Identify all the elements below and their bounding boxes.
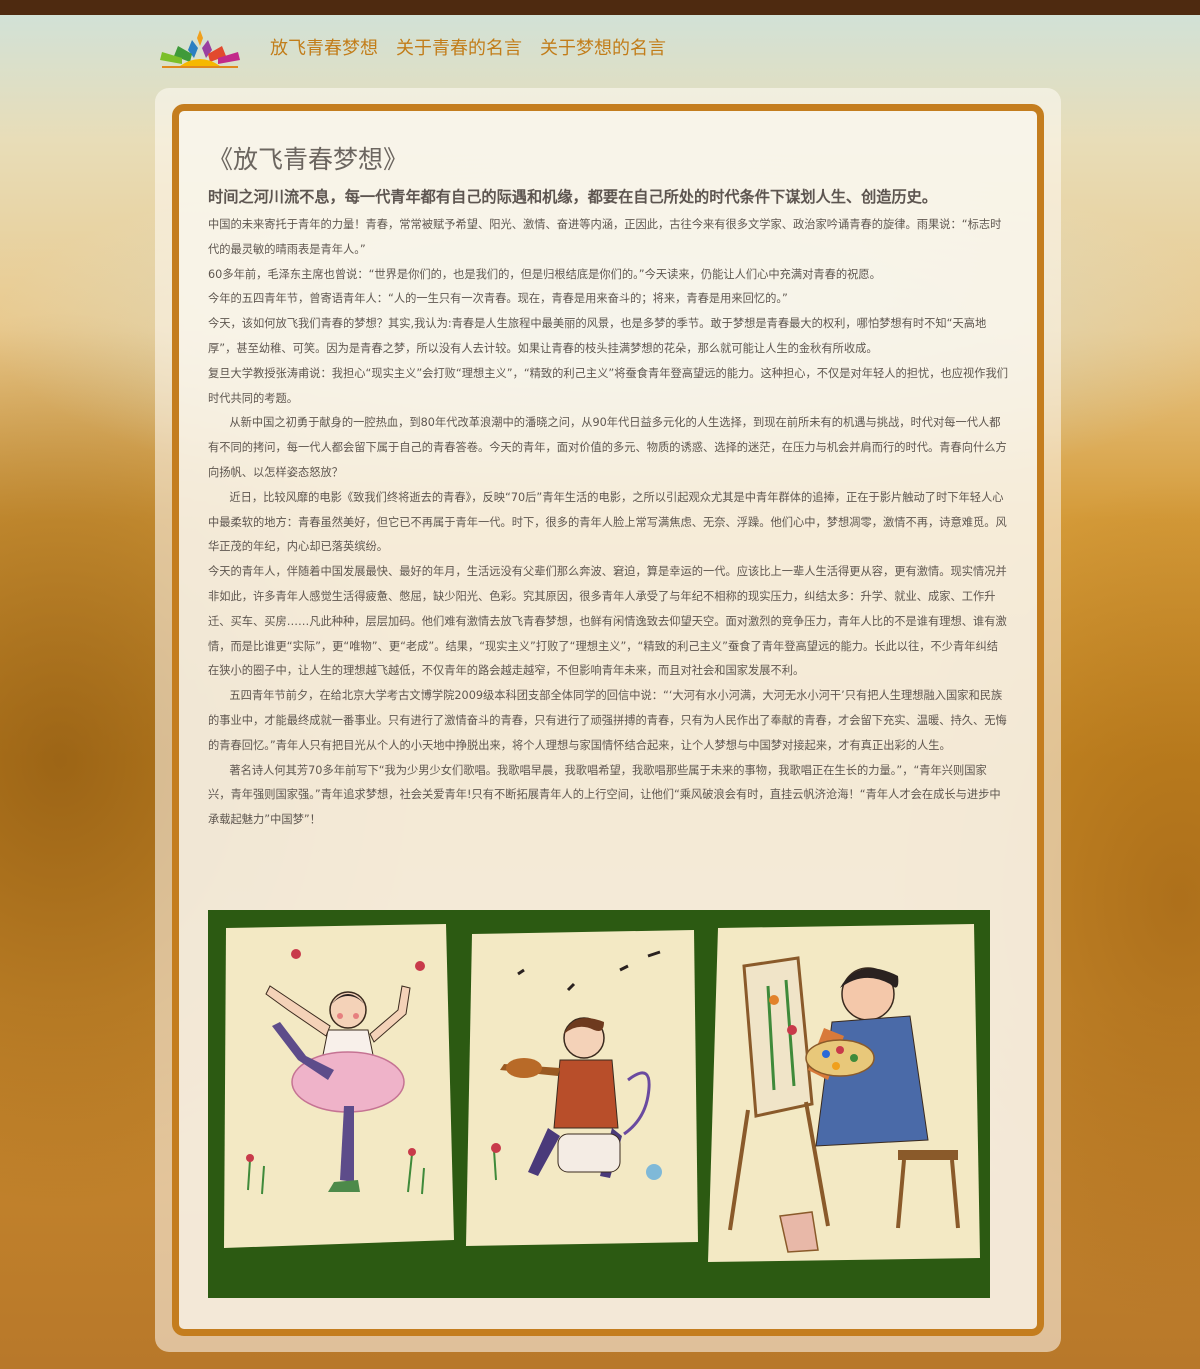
violinist-panel xyxy=(466,930,698,1246)
article-paragraph: 著名诗人何其芳70多年前写下“我为少男少女们歌唱。我歌唱早晨，我歌唱希望，我歌唱… xyxy=(208,763,1001,827)
painter-panel xyxy=(708,924,980,1262)
ballet-dancer-panel xyxy=(224,924,454,1248)
article: 《放飞青春梦想》 时间之河川流不息，每一代青年都有自己的际遇和机缘，都要在自己所… xyxy=(208,140,1008,833)
nav-link-youth-quotes[interactable]: 关于青春的名言 xyxy=(396,35,522,63)
article-paragraph: 今天，该如何放飞我们青春的梦想？其实,我认为:青春是人生旅程中最美丽的风景，也是… xyxy=(208,317,987,355)
article-paragraph: 复旦大学教授张涛甫说：我担心“现实主义”会打败“理想主义”，“精致的利己主义”将… xyxy=(208,366,1008,405)
top-bar xyxy=(0,0,1200,15)
sunrise-petals-logo[interactable] xyxy=(158,26,242,70)
article-paragraph: 五四青年节前夕，在给北京大学考古文博学院2009级本科团支部全体同学的回信中说：… xyxy=(208,689,1007,752)
article-subtitle: 时间之河川流不息，每一代青年都有自己的际遇和机缘，都要在自己所处的时代条件下谋划… xyxy=(208,188,937,206)
article-paragraph: 今天的青年人，伴随着中国发展最快、最好的年月，生活远没有父辈们那么奔波、窘迫，算… xyxy=(208,565,1007,678)
article-body: 中国的未来寄托于青年的力量！青春，常常被赋予希望、阳光、激情、奋进等内涵，正因此… xyxy=(208,213,1008,833)
article-paragraph: 从新中国之初勇于献身的一腔热血，到80年代改革浪潮中的潘晓之问，从90年代日益多… xyxy=(208,416,1007,479)
nav-link-fly-youth-dream[interactable]: 放飞青春梦想 xyxy=(270,35,378,63)
article-paragraph: 今年的五四青年节，曾寄语青年人：“人的一生只有一次青春。现在，青春是用来奋斗的；… xyxy=(208,292,788,306)
article-paragraph: 近日，比较风靡的电影《致我们终将逝去的青春》，反映“70后”青年生活的电影，之所… xyxy=(208,490,1007,554)
nav-link-dream-quotes[interactable]: 关于梦想的名言 xyxy=(540,35,666,63)
main-nav: 放飞青春梦想 关于青春的名言 关于梦想的名言 xyxy=(270,35,666,63)
youth-hobbies-illustration xyxy=(208,910,990,1298)
article-paragraph: 60多年前，毛泽东主席也曾说：“世界是你们的，也是我们的，但是归根结底是你们的。… xyxy=(208,267,881,281)
article-title: 《放飞青春梦想》 xyxy=(208,145,409,174)
article-paragraph: 中国的未来寄托于青年的力量！青春，常常被赋予希望、阳光、激情、奋进等内涵，正因此… xyxy=(208,218,1002,256)
